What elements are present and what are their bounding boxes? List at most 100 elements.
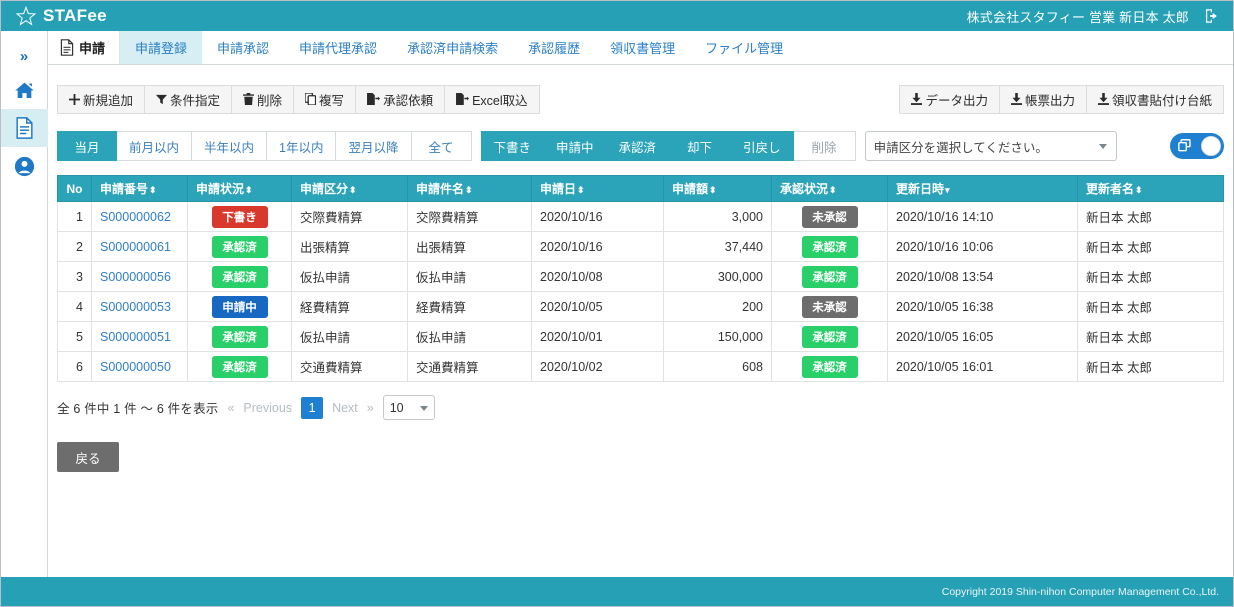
tab-approved-search[interactable]: 承認済申請検索 (392, 31, 513, 64)
application-number-link[interactable]: S000000053 (100, 300, 171, 314)
cell-application-number[interactable]: S000000056 (92, 262, 188, 292)
status-filter-rejected[interactable]: 却下 (669, 131, 731, 161)
pagination-prev-arrow-icon[interactable]: « (227, 401, 234, 415)
cell-no: 1 (58, 202, 92, 232)
sort-icon: ⬍ (149, 185, 156, 195)
tab-file-management[interactable]: ファイル管理 (690, 31, 798, 64)
cell-approval: 承認済 (772, 352, 888, 382)
approval-request-button[interactable]: 承認依頼 (356, 85, 445, 114)
col-updater[interactable]: 更新者名⬍ (1078, 176, 1224, 202)
cell-title: 交通費精算 (408, 352, 532, 382)
sort-desc-icon: ▾ (945, 185, 949, 195)
cell-status: 承認済 (188, 232, 292, 262)
application-number-link[interactable]: S000000051 (100, 330, 171, 344)
sort-icon: ⬍ (829, 185, 836, 195)
status-filter-draft[interactable]: 下書き (481, 131, 545, 161)
col-status[interactable]: 申請状況⬍ (188, 176, 292, 202)
cell-amount: 608 (664, 352, 772, 382)
new-add-button[interactable]: 新規追加 (57, 85, 145, 114)
cell-application-number[interactable]: S000000050 (92, 352, 188, 382)
cell-amount: 150,000 (664, 322, 772, 352)
table-row[interactable]: 6S000000050承認済交通費精算交通費精算2020/10/02608承認済… (58, 352, 1224, 382)
toolbar-right-group: データ出力 帳票出力 (899, 85, 1224, 114)
cell-application-number[interactable]: S000000061 (92, 232, 188, 262)
pagination-page-1[interactable]: 1 (301, 397, 323, 419)
nav-section-application: 申請 (48, 31, 120, 64)
table-row[interactable]: 3S000000056承認済仮払申請仮払申請2020/10/08300,000承… (58, 262, 1224, 292)
category-select[interactable]: 申請区分を選択してください。 (865, 131, 1117, 161)
back-button[interactable]: 戻る (57, 442, 119, 472)
top-bar-right: 株式会社スタフィー 営業 新日本 太郎 (967, 7, 1221, 26)
page-size-value: 10 (390, 401, 404, 415)
col-approval[interactable]: 承認状況⬍ (772, 176, 888, 202)
period-filter-half-year[interactable]: 半年以内 (192, 131, 267, 161)
status-filter-approved[interactable]: 承認済 (607, 131, 670, 161)
sidebar-item-expand[interactable]: » (1, 41, 48, 71)
application-number-link[interactable]: S000000062 (100, 210, 171, 224)
cell-application-number[interactable]: S000000062 (92, 202, 188, 232)
period-filter-one-year[interactable]: 1年以内 (267, 131, 336, 161)
col-title[interactable]: 申請件名⬍ (408, 176, 532, 202)
page-size-select[interactable]: 10 (383, 395, 435, 420)
cell-date: 2020/10/02 (532, 352, 664, 382)
sidebar-item-home[interactable] (1, 71, 48, 109)
col-amount[interactable]: 申請額⬍ (664, 176, 772, 202)
excel-import-button[interactable]: Excel取込 (445, 85, 540, 114)
table-body: 1S000000062下書き交際費精算交際費精算2020/10/163,000未… (58, 202, 1224, 382)
approval-badge: 未承認 (802, 206, 858, 228)
period-filter-current-month[interactable]: 当月 (57, 131, 117, 161)
period-filter-prev-month[interactable]: 前月以内 (117, 131, 192, 161)
col-number[interactable]: 申請番号⬍ (92, 176, 188, 202)
table-row[interactable]: 2S000000061承認済出張精算出張精算2020/10/1637,440承認… (58, 232, 1224, 262)
cell-category: 仮払申請 (292, 322, 408, 352)
tab-application-register[interactable]: 申請登録 (120, 31, 202, 64)
status-filter-applying[interactable]: 申請中 (544, 131, 607, 161)
application-number-link[interactable]: S000000056 (100, 270, 171, 284)
status-filter-deleted[interactable]: 削除 (794, 131, 856, 161)
report-export-button[interactable]: 帳票出力 (1000, 85, 1087, 114)
tab-approval-history[interactable]: 承認履歴 (513, 31, 595, 64)
brand-logo[interactable]: STAFee (15, 5, 107, 27)
col-date[interactable]: 申請日⬍ (532, 176, 664, 202)
sort-icon: ⬍ (577, 185, 584, 195)
sidebar-item-application[interactable] (1, 109, 48, 147)
cell-application-number[interactable]: S000000053 (92, 292, 188, 322)
cell-no: 2 (58, 232, 92, 262)
table-row[interactable]: 4S000000053申請中経費精算経費精算2020/10/05200未承認20… (58, 292, 1224, 322)
condition-button[interactable]: 条件指定 (145, 85, 232, 114)
application-window: STAFee 株式会社スタフィー 営業 新日本 太郎 » (0, 0, 1234, 607)
period-filter-all[interactable]: 全て (412, 131, 472, 161)
col-no[interactable]: No (58, 176, 92, 202)
plus-icon (69, 94, 80, 105)
pagination-previous-button[interactable]: Previous (243, 401, 292, 415)
cell-application-number[interactable]: S000000051 (92, 322, 188, 352)
cell-no: 5 (58, 322, 92, 352)
table-row[interactable]: 5S000000051承認済仮払申請仮払申請2020/10/01150,000承… (58, 322, 1224, 352)
cell-no: 3 (58, 262, 92, 292)
pagination-next-arrow-icon[interactable]: » (367, 401, 374, 415)
cell-updater: 新日本 太郎 (1078, 202, 1224, 232)
delete-button[interactable]: 削除 (232, 85, 294, 114)
col-category[interactable]: 申請区分⬍ (292, 176, 408, 202)
period-filter-next-month[interactable]: 翌月以降 (336, 131, 411, 161)
pagination-next-button[interactable]: Next (332, 401, 358, 415)
status-filter-group: 下書き 申請中 承認済 却下 引戻し 削除 (481, 131, 856, 161)
logout-icon[interactable] (1203, 7, 1221, 25)
tab-proxy-approval[interactable]: 申請代理承認 (284, 31, 392, 64)
receipt-sheet-button[interactable]: 領収書貼付け台紙 (1087, 85, 1224, 114)
back-button-row: 戻る (57, 442, 1224, 472)
tab-application-approval[interactable]: 申請承認 (202, 31, 284, 64)
data-export-button[interactable]: データ出力 (899, 85, 1000, 114)
tab-receipt-management[interactable]: 領収書管理 (595, 31, 690, 64)
copy-button[interactable]: 複写 (294, 85, 356, 114)
cell-amount: 3,000 (664, 202, 772, 232)
view-mode-toggle[interactable] (1170, 133, 1224, 159)
sidebar-item-user[interactable] (1, 147, 48, 185)
cell-title: 経費精算 (408, 292, 532, 322)
cell-approval: 承認済 (772, 232, 888, 262)
table-row[interactable]: 1S000000062下書き交際費精算交際費精算2020/10/163,000未… (58, 202, 1224, 232)
application-number-link[interactable]: S000000050 (100, 360, 171, 374)
application-number-link[interactable]: S000000061 (100, 240, 171, 254)
status-filter-withdrawn[interactable]: 引戻し (731, 131, 794, 161)
col-updated[interactable]: 更新日時▾ (888, 176, 1078, 202)
